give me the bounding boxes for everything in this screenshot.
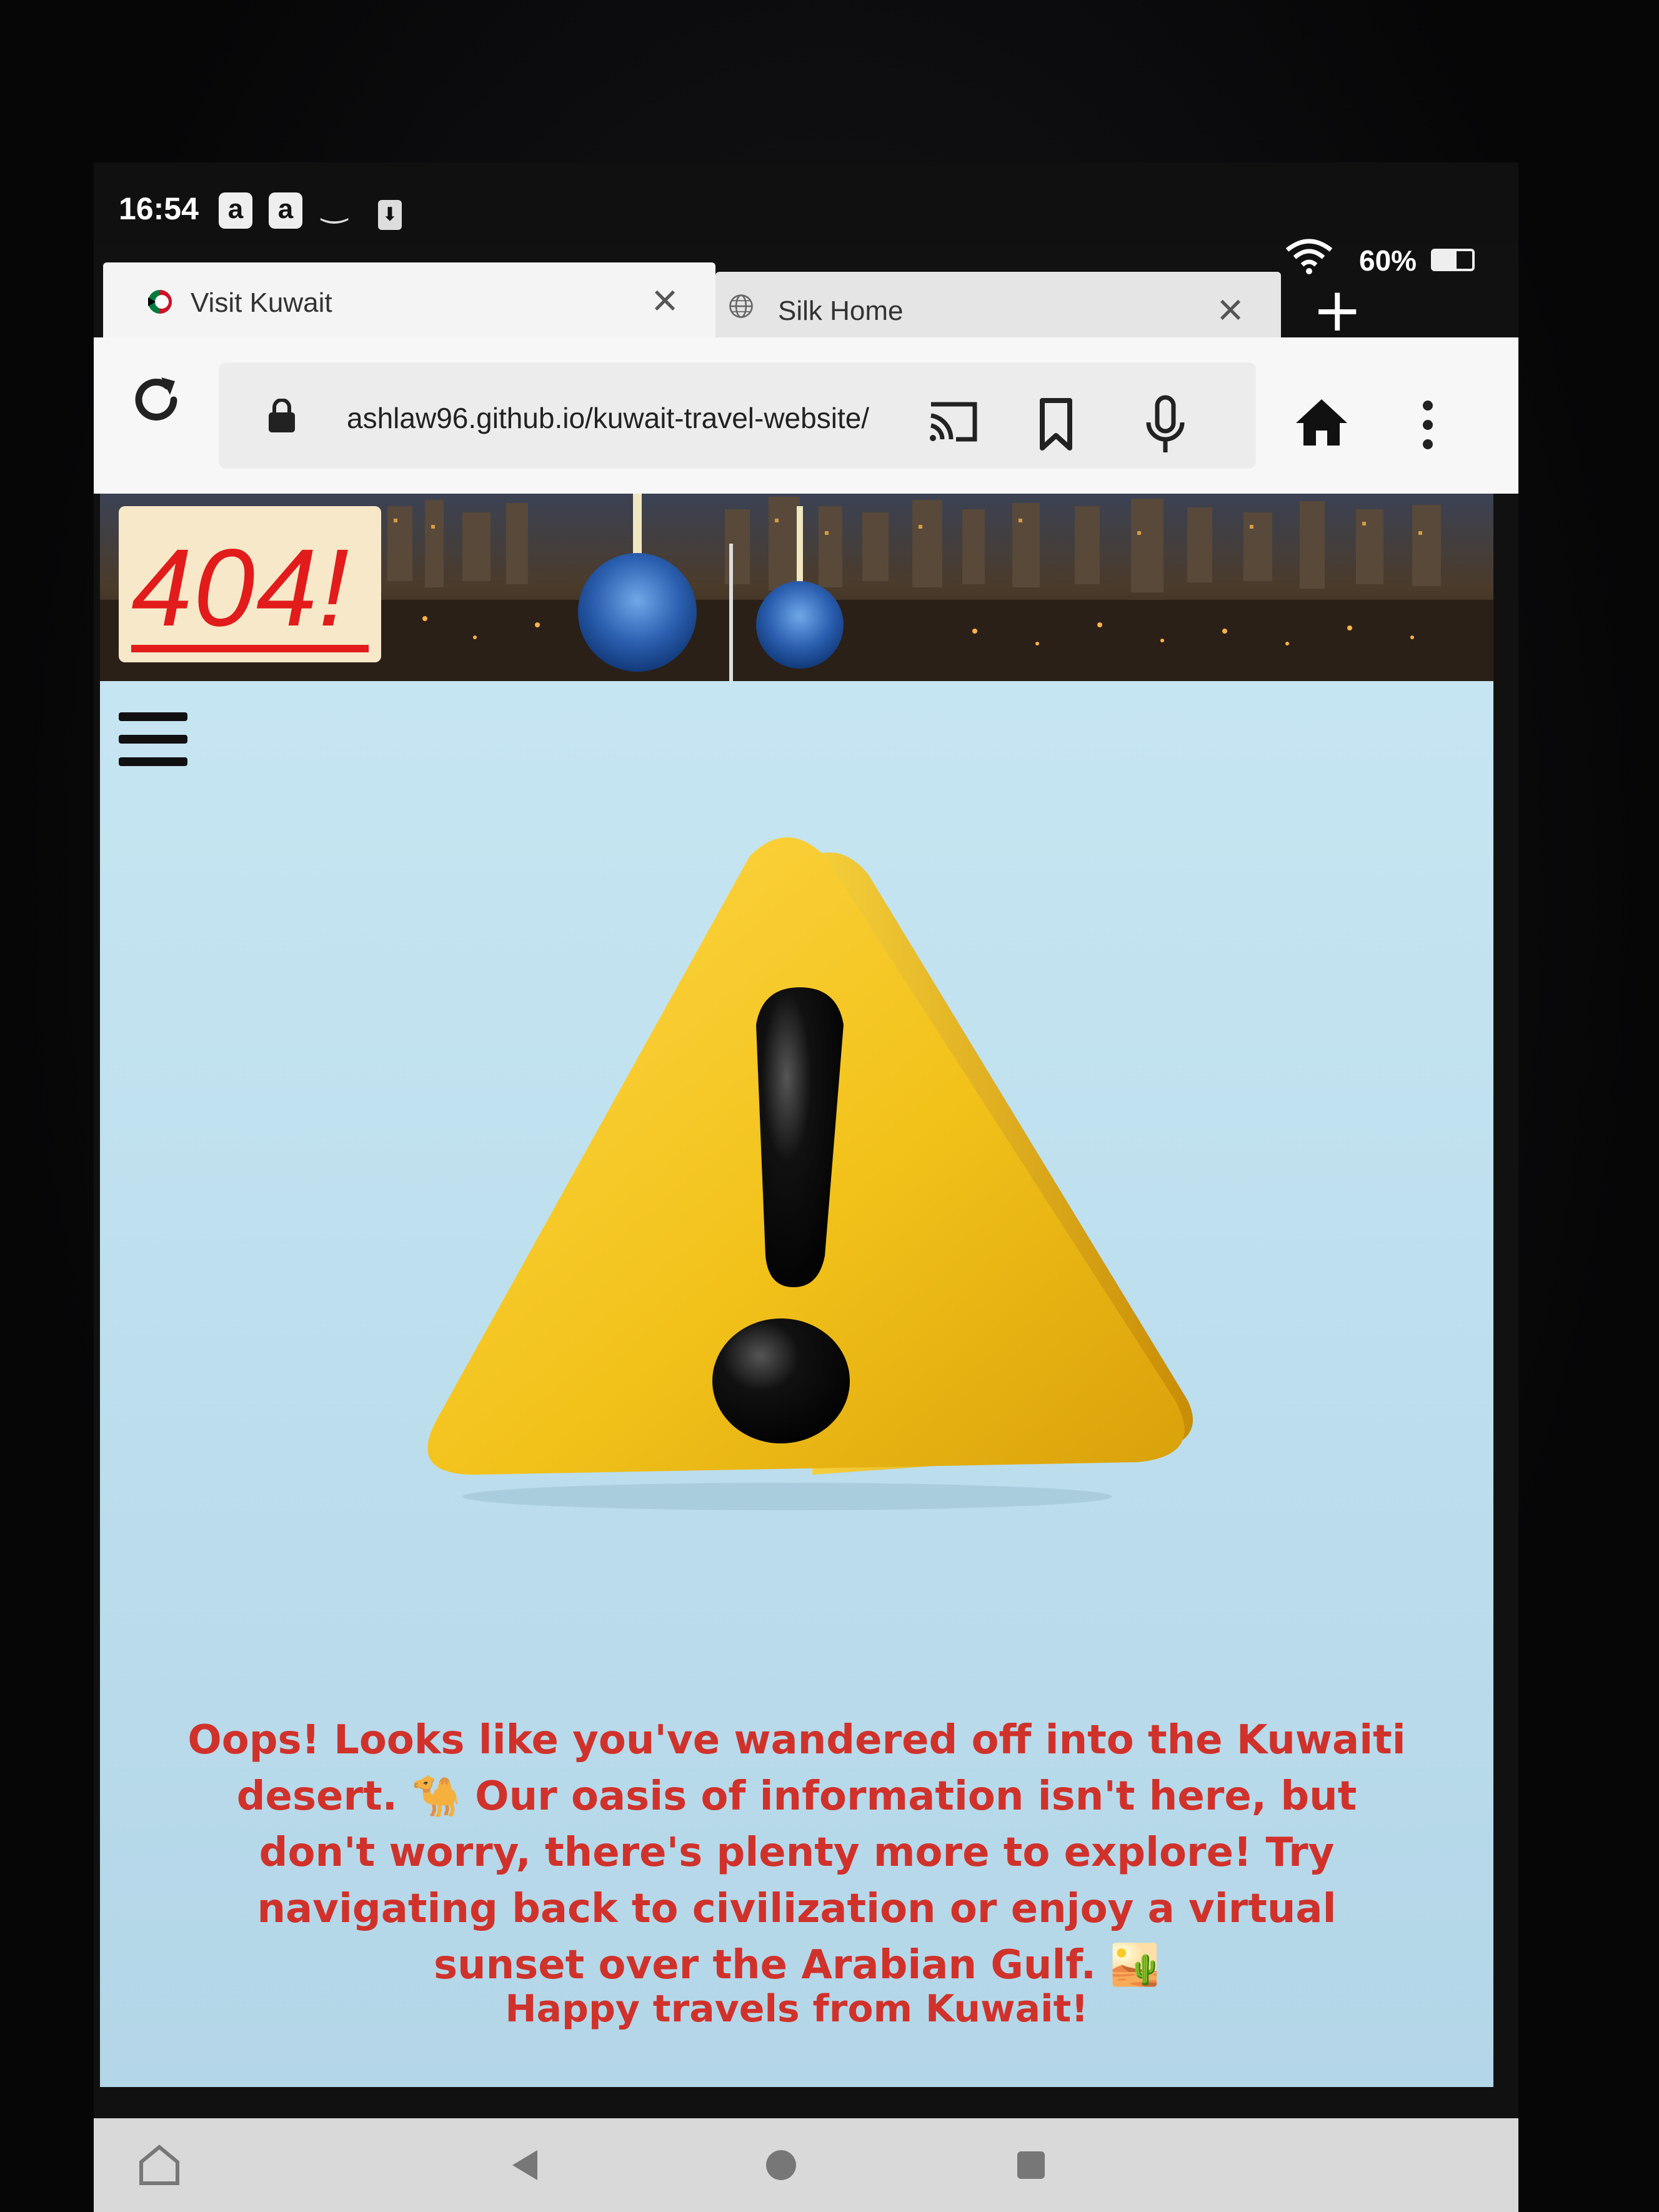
bookmark-icon[interactable] (1037, 397, 1075, 453)
wifi-icon (1285, 239, 1333, 274)
warning-triangle-icon (427, 837, 1193, 1510)
error-code-underline (131, 645, 369, 652)
error-code-badge: 404! (119, 506, 381, 662)
cast-icon[interactable] (925, 397, 981, 447)
tablet-screen: 16:54 a a ‿ ⬇ 60% Visit Kuwait × Silk Ho… (94, 162, 1518, 2212)
kuwait-skyline-banner: 404! (100, 494, 1493, 681)
close-tab-icon[interactable]: × (652, 275, 678, 326)
kuwait-flag-favicon-icon (148, 290, 172, 314)
alexa-home-icon[interactable] (137, 2143, 181, 2187)
home-nav-icon[interactable] (762, 2146, 800, 2184)
microphone-icon[interactable] (1143, 394, 1187, 456)
amazon-notification-icon: a (219, 192, 252, 229)
status-clock: 16:54 (119, 191, 199, 226)
system-nav-bar (94, 2118, 1518, 2212)
tab-strip: 60% Visit Kuwait × Silk Home × + (94, 239, 1518, 356)
hamburger-menu-icon[interactable] (119, 712, 187, 780)
download-notification-icon: ⬇ (378, 200, 402, 230)
amazon-notification-icon: a (269, 192, 302, 229)
web-page: 404! Oops! Looks like you've wandered of… (100, 494, 1493, 2087)
battery-percent: 60% (1359, 244, 1417, 277)
address-bar[interactable]: ashlaw96.github.io/kuwait-travel-website… (219, 362, 1256, 469)
more-options-icon[interactable] (1418, 397, 1437, 453)
recents-icon[interactable] (1012, 2146, 1050, 2184)
browser-toolbar: ashlaw96.github.io/kuwait-travel-website… (94, 337, 1518, 494)
error-code: 404! (131, 527, 351, 649)
smile-notification-icon: ‿ (322, 187, 347, 224)
photo-background: 16:54 a a ‿ ⬇ 60% Visit Kuwait × Silk Ho… (0, 0, 1659, 2212)
tab-silk-home[interactable]: Silk Home × (715, 272, 1281, 347)
battery-icon (1431, 249, 1475, 271)
globe-icon (729, 294, 753, 318)
lock-icon (269, 399, 295, 432)
new-tab-button[interactable]: + (1312, 275, 1362, 345)
close-tab-icon[interactable]: × (1217, 284, 1243, 336)
home-icon[interactable] (1293, 397, 1350, 447)
back-icon[interactable] (506, 2146, 544, 2184)
status-bar: 16:54 a a ‿ ⬇ (94, 162, 1518, 244)
tab-label: Visit Kuwait (191, 287, 332, 318)
signoff-text: Happy travels from Kuwait! (505, 1987, 1089, 2031)
url-text[interactable]: ashlaw96.github.io/kuwait-travel-website… (347, 401, 947, 435)
reload-icon[interactable] (125, 369, 187, 431)
tab-label: Silk Home (778, 296, 904, 326)
error-message: Oops! Looks like you've wandered off int… (187, 1717, 1406, 1988)
